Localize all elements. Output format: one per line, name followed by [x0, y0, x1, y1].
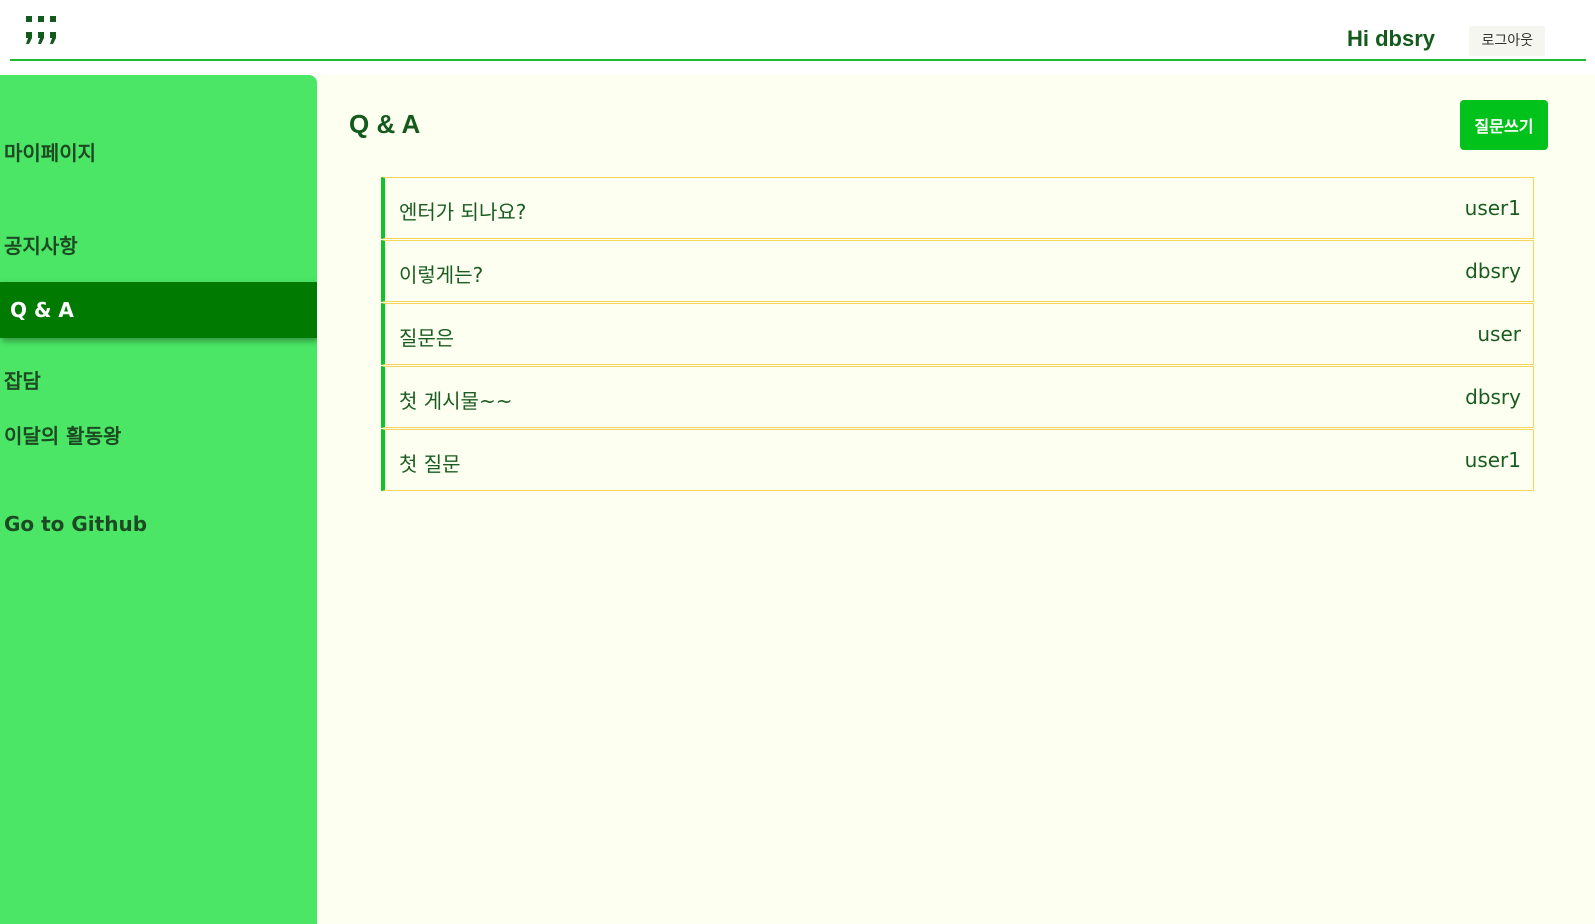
- post-title: 첫 질문: [399, 452, 461, 476]
- post-title: 엔터가 되나요?: [399, 200, 527, 224]
- post-row[interactable]: 첫 게시물~~ dbsry: [381, 366, 1534, 428]
- post-author: dbsry: [1465, 385, 1521, 409]
- main-content: Q & A 질문쓰기 엔터가 되나요? user1 이렇게는? dbsry 질문…: [317, 75, 1595, 924]
- sidebar-item-mypage[interactable]: 마이페이지: [0, 137, 317, 166]
- user-greeting: Hi dbsry: [1346, 26, 1435, 51]
- header-divider: [10, 59, 1586, 61]
- sidebar-item-top-activity[interactable]: 이달의 활동왕: [0, 420, 317, 449]
- post-author: user1: [1464, 196, 1521, 220]
- sidebar-item-github[interactable]: Go to Github: [0, 512, 317, 536]
- post-row[interactable]: 엔터가 되나요? user1: [381, 177, 1534, 239]
- post-row[interactable]: 질문은 user: [381, 303, 1534, 365]
- page-title: Q & A: [349, 109, 421, 139]
- top-header: Hi dbsry 로그아웃: [0, 0, 1595, 62]
- post-author: user1: [1464, 448, 1521, 472]
- logout-button[interactable]: 로그아웃: [1469, 26, 1545, 56]
- post-title: 질문은: [399, 326, 455, 350]
- post-title: 첫 게시물~~: [399, 389, 513, 413]
- sidebar-item-notice[interactable]: 공지사항: [0, 230, 317, 259]
- sidebar-item-qna[interactable]: Q & A: [0, 282, 317, 338]
- quote-dots-icon[interactable]: [24, 14, 60, 50]
- write-question-button[interactable]: 질문쓰기: [1460, 100, 1548, 150]
- post-title: 이렇게는?: [399, 263, 484, 287]
- post-list: 엔터가 되나요? user1 이렇게는? dbsry 질문은 user 첫 게시…: [381, 177, 1534, 491]
- post-row[interactable]: 첫 질문 user1: [381, 429, 1534, 491]
- page: Hi dbsry 로그아웃 마이페이지 공지사항 Q & A 잡담 이달의 활동…: [0, 0, 1595, 924]
- sidebar-item-chat[interactable]: 잡담: [0, 365, 317, 394]
- sidebar: 마이페이지 공지사항 Q & A 잡담 이달의 활동왕 Go to Github: [0, 75, 317, 924]
- post-row[interactable]: 이렇게는? dbsry: [381, 240, 1534, 302]
- post-author: dbsry: [1465, 259, 1521, 283]
- post-author: user: [1477, 322, 1521, 346]
